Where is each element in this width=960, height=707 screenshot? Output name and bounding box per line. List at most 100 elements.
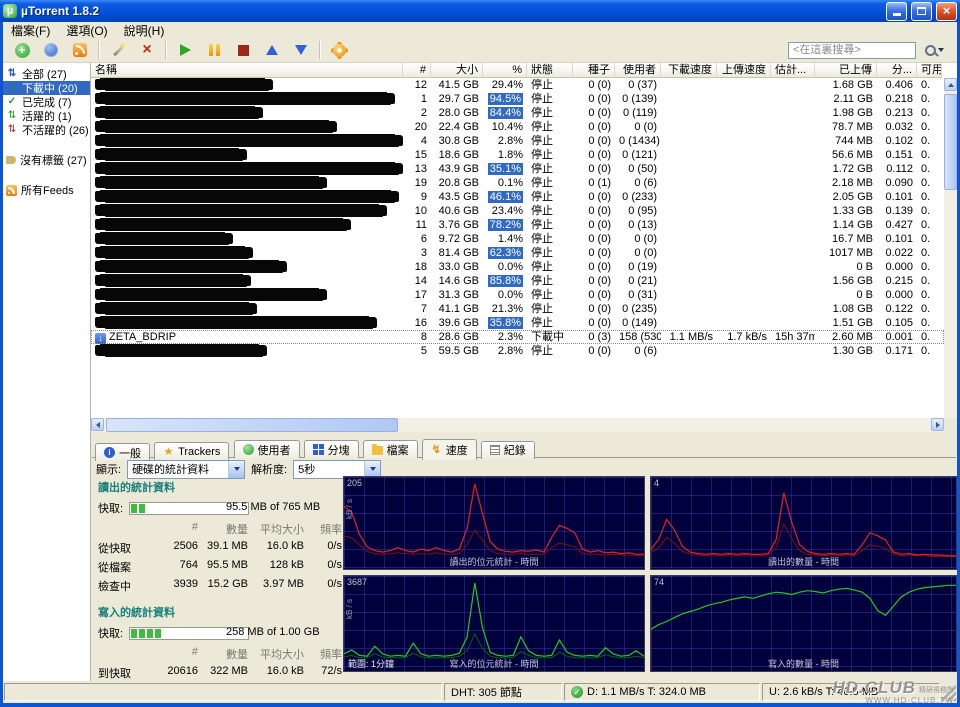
torrent-row[interactable]: 1639.6 GB35.8%停止0 (0)0 (149)1.51 GB0.105… — [91, 316, 944, 330]
torrent-row[interactable]: 559.5 GB2.8%停止0 (0)0 (6)1.30 GB0.1710. — [91, 344, 944, 358]
show-combo[interactable]: 硬碟的統計資料 — [127, 460, 245, 479]
start-button[interactable] — [174, 40, 196, 60]
column-header-ul-speed[interactable]: 上傳速度 — [717, 63, 771, 78]
sidebar-item-label: 下載中 (20) — [22, 81, 78, 95]
move-down-button[interactable] — [290, 40, 312, 60]
redacted-name — [95, 135, 403, 146]
remove-button[interactable] — [136, 40, 158, 60]
write-cache-fill — [131, 629, 161, 638]
cell-ul-speed — [717, 260, 771, 274]
minimize-button[interactable] — [886, 2, 907, 21]
vertical-scroll-thumb[interactable] — [944, 94, 957, 190]
menu-file[interactable]: 檔案(F) — [3, 22, 58, 39]
cell-avail: 0. — [917, 232, 942, 246]
column-header-name[interactable]: 名稱 — [91, 63, 403, 78]
cell-num: 17 — [403, 288, 431, 302]
add-url-button[interactable] — [40, 40, 62, 60]
preferences-button[interactable] — [328, 40, 350, 60]
col-count: # — [154, 646, 198, 662]
column-header-pct[interactable]: % — [483, 63, 527, 78]
move-up-button[interactable] — [261, 40, 283, 60]
sidebar-item-no-label[interactable]: 沒有標籤 (27) — [3, 153, 90, 167]
cell-num: 15 — [403, 148, 431, 162]
torrent-row[interactable]: 1040.6 GB23.4%停止0 (0)0 (95)1.33 GB0.1390… — [91, 204, 944, 218]
tab-trackers[interactable]: Trackers — [154, 442, 229, 460]
torrent-row[interactable]: 943.5 GB46.1%停止0 (0)0 (233)2.05 GB0.1010… — [91, 190, 944, 204]
graph-write-count: 74 寫入的數量 - 時間 — [650, 575, 957, 672]
stop-button[interactable] — [232, 40, 254, 60]
cell-status: 下載中 — [527, 330, 573, 344]
torrent-row[interactable]: 113.76 GB78.2%停止0 (0)0 (13)1.14 GB0.4270… — [91, 218, 944, 232]
scroll-up-button[interactable] — [944, 78, 957, 91]
cell-eta — [771, 120, 815, 134]
column-header-eta[interactable]: 估計... — [771, 63, 815, 78]
search-input[interactable] — [788, 42, 916, 59]
torrent-status-icon — [95, 333, 106, 344]
torrent-row[interactable]: 1518.6 GB1.8%停止0 (0)0 (121)56.6 MB0.1510… — [91, 148, 944, 162]
torrent-row[interactable]: ZETA_BDRIP828.6 GB2.3%下載中0 (3)158 (530)1… — [91, 330, 944, 344]
redacted-name — [95, 219, 351, 230]
speed-controls: 顯示: 硬碟的統計資料 解析度: 5秒 — [96, 459, 381, 479]
toolbar-separator — [98, 41, 100, 59]
column-header-peers[interactable]: 使用者 — [615, 63, 661, 78]
sidebar-item-downloading[interactable]: 下載中 (20) — [3, 81, 90, 95]
torrent-row[interactable]: 1414.6 GB85.8%停止0 (0)0 (21)1.56 GB0.2150… — [91, 274, 944, 288]
column-header-uploaded[interactable]: 已上傳 — [815, 63, 877, 78]
torrent-row[interactable]: 741.1 GB21.3%停止0 (0)0 (235)1.08 GB0.1220… — [91, 302, 944, 316]
column-header-size[interactable]: 大小 — [431, 63, 483, 78]
torrent-row[interactable]: 228.0 GB84.4%停止0 (0)0 (119)1.98 GB0.2130… — [91, 106, 944, 120]
torrent-row[interactable]: 381.4 GB62.3%停止0 (0)0 (0)1017 MB0.0220. — [91, 246, 944, 260]
horizontal-scroll-thumb[interactable] — [106, 418, 398, 432]
sidebar-item-all-feeds[interactable]: 所有Feeds — [3, 183, 90, 197]
sidebar-item-all[interactable]: 全部 (27) — [3, 67, 90, 81]
torrent-row[interactable]: 69.72 GB1.4%停止0 (0)0 (0)16.7 MB0.1010. — [91, 232, 944, 246]
torrent-row[interactable]: 2022.4 GB10.4%停止0 (0)0 (0)78.7 MB0.0320. — [91, 120, 944, 134]
scroll-right-button[interactable] — [931, 418, 944, 431]
star-icon — [163, 446, 174, 457]
tab-pieces[interactable]: 分塊 — [304, 440, 359, 458]
tab-speed[interactable]: 速度 — [422, 439, 477, 460]
cell-size: 41.1 GB — [431, 302, 483, 316]
torrent-row[interactable]: 129.7 GB94.5%停止0 (0)0 (139)2.11 GB0.2180… — [91, 92, 944, 106]
torrent-row[interactable]: 1920.8 GB0.1%停止0 (1)0 (6)2.18 MB0.0900. — [91, 176, 944, 190]
maximize-button[interactable] — [911, 2, 932, 21]
column-header-dl-speed[interactable]: 下載速度 — [661, 63, 717, 78]
sidebar-item-completed[interactable]: 已完成 (7) — [3, 95, 90, 109]
column-header-status[interactable]: 狀態 — [527, 63, 573, 78]
col-amount: 數量 — [198, 646, 248, 662]
create-torrent-button[interactable] — [107, 40, 129, 60]
scroll-left-button[interactable] — [91, 418, 104, 431]
cell-status: 停止 — [527, 288, 573, 302]
pause-button[interactable] — [203, 40, 225, 60]
cell-ul-speed — [717, 120, 771, 134]
tab-peers[interactable]: 使用者 — [234, 440, 300, 458]
menu-help[interactable]: 說明(H) — [116, 22, 173, 39]
search-button[interactable] — [919, 41, 949, 60]
torrent-row[interactable]: 430.8 GB2.8%停止0 (0)0 (1434)744 MB0.1020. — [91, 134, 944, 148]
cell-avail: 0. — [917, 260, 942, 274]
cell-pct: 0.0% — [483, 260, 527, 274]
torrent-row[interactable]: 1833.0 GB0.0%停止0 (0)0 (19)0 B0.0000. — [91, 260, 944, 274]
sidebar-item-active[interactable]: 活躍的 (1) — [3, 109, 90, 123]
column-header-num[interactable]: # — [403, 63, 431, 78]
tab-logger[interactable]: 紀錄 — [481, 441, 535, 459]
cell-size: 43.9 GB — [431, 162, 483, 176]
torrent-row[interactable]: 1731.3 GB0.0%停止0 (0)0 (31)0 B0.0000. — [91, 288, 944, 302]
menu-options[interactable]: 選項(O) — [58, 22, 115, 39]
cell-status: 停止 — [527, 134, 573, 148]
sidebar-item-inactive[interactable]: 不活躍的 (26) — [3, 123, 90, 137]
rss-button[interactable] — [69, 40, 91, 60]
column-header-seeds[interactable]: 種子 — [573, 63, 615, 78]
cell-status: 停止 — [527, 204, 573, 218]
column-header-avail[interactable]: 可用 — [917, 63, 942, 78]
column-header-ratio[interactable]: 分... — [877, 63, 917, 78]
cell-seeds: 0 (0) — [573, 246, 615, 260]
tab-files[interactable]: 檔案 — [363, 440, 418, 458]
cell-peers: 0 (233) — [615, 190, 661, 204]
torrent-row[interactable]: 1241.5 GB29.4%停止0 (0)0 (37)1.68 GB0.4060… — [91, 78, 944, 92]
cell-pct: 2.8% — [483, 344, 527, 358]
add-torrent-button[interactable] — [11, 40, 33, 60]
close-button[interactable] — [936, 2, 957, 21]
torrent-row[interactable]: 1343.9 GB35.1%停止0 (0)0 (50)1.72 GB0.1120… — [91, 162, 944, 176]
cell-ul-speed — [717, 106, 771, 120]
